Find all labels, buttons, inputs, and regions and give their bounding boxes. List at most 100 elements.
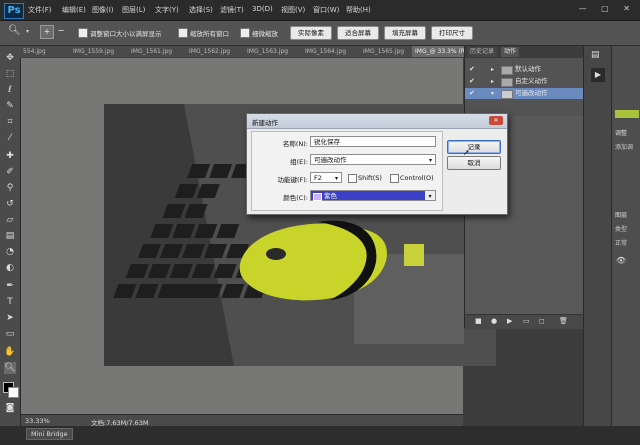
marquee-tool-icon[interactable]: ⬚: [4, 68, 16, 80]
mini-bridge-tab[interactable]: Mini Bridge: [26, 428, 73, 440]
actions-panel-icon[interactable]: ▶: [591, 68, 605, 82]
action-set-row-selected[interactable]: ✔ ▾ 可遍改动作: [465, 88, 583, 99]
eraser-tool-icon[interactable]: ▱: [4, 214, 16, 226]
background-color-swatch[interactable]: [8, 387, 19, 398]
pen-tool-icon[interactable]: ✒: [4, 280, 16, 292]
tab-img-1561[interactable]: IMG_1561.jpg: [128, 46, 188, 57]
trash-icon[interactable]: 🗑︎: [559, 317, 568, 325]
tab-img-1563[interactable]: IMG_1563.jpg: [244, 46, 304, 57]
color-select[interactable]: 紫色 ▾: [310, 190, 436, 201]
zoom-tool-icon[interactable]: 🔍︎: [4, 362, 16, 374]
gradient-tool-icon[interactable]: ▤: [4, 230, 16, 242]
tab-img-1559[interactable]: IMG_1559.jpg: [70, 46, 130, 57]
type-tool-icon[interactable]: T: [4, 296, 16, 308]
tab-active-document[interactable]: IMG_@ 33.3% (RGB/8): [412, 46, 466, 57]
shift-checkbox[interactable]: [348, 174, 357, 183]
name-input[interactable]: 锐化保存: [310, 136, 436, 147]
adjustments-tab[interactable]: 调整: [615, 128, 627, 137]
chevron-down-icon: ▾: [425, 191, 435, 200]
blend-mode[interactable]: 正常: [615, 238, 627, 247]
chevron-down-icon[interactable]: ▾: [26, 28, 29, 35]
menu-edit[interactable]: 编辑(E): [62, 5, 86, 15]
chevron-right-icon[interactable]: ▸: [491, 76, 494, 87]
check-icon[interactable]: ✔: [469, 76, 475, 87]
crop-tool-icon[interactable]: ⌗: [4, 116, 16, 128]
check-icon[interactable]: ✔: [469, 88, 475, 99]
record-icon[interactable]: ●: [491, 317, 497, 325]
stop-icon[interactable]: ■: [475, 317, 482, 325]
tab-554[interactable]: 554.jpg: [20, 46, 72, 57]
window-controls[interactable]: — ▢ ✕: [579, 4, 636, 13]
function-key-select[interactable]: F2 ▾: [310, 172, 342, 183]
menu-select[interactable]: 选择(S): [189, 5, 213, 15]
print-size-button[interactable]: 打印尺寸: [431, 26, 473, 40]
actual-pixels-button[interactable]: 实际像素: [290, 26, 332, 40]
close-icon[interactable]: ✕: [489, 116, 503, 125]
menu-layer[interactable]: 图层(L): [122, 5, 145, 15]
fit-screen-button[interactable]: 适合屏幕: [337, 26, 379, 40]
zoom-all-checkbox[interactable]: [178, 28, 188, 38]
history-panel-icon[interactable]: ▤: [591, 50, 600, 60]
set-label: 组(E):: [290, 158, 308, 166]
tools-panel: ✥ ⬚ ℓ ✎ ⌗ ⁄ ✚ ✐ ⚲ ↺ ▱ ▤ ◔ ◐ ✒ T ➤ ▭ ✋ 🔍︎…: [0, 46, 21, 426]
menu-filter[interactable]: 滤镜(T): [220, 5, 244, 15]
cancel-button[interactable]: 取消: [447, 156, 501, 170]
move-tool-icon[interactable]: ✥: [4, 52, 16, 64]
menu-bar: Ps 文件(F) 编辑(E) 图像(I) 图层(L) 文字(Y) 选择(S) 滤…: [0, 0, 640, 21]
zoom-in-icon[interactable]: +: [40, 25, 54, 39]
menu-window[interactable]: 窗口(W): [313, 5, 339, 15]
tab-img-1565[interactable]: IMG_1565.jpg: [360, 46, 414, 57]
action-set-row[interactable]: ✔ ▸ 自定义动作: [465, 76, 583, 87]
healing-brush-icon[interactable]: ✚: [4, 150, 16, 162]
tab-img-1564[interactable]: IMG_1564.jpg: [302, 46, 362, 57]
new-action-dialog: 新建动作 ✕ 名称(N): 锐化保存 组(E): 可遍改动作 ▾ 功能键(F):…: [246, 113, 508, 215]
blur-tool-icon[interactable]: ◔: [4, 246, 16, 258]
history-brush-icon[interactable]: ↺: [4, 198, 16, 210]
menu-file[interactable]: 文件(F): [28, 5, 52, 15]
menu-3d[interactable]: 3D(D): [252, 5, 273, 13]
record-button[interactable]: 记录: [447, 140, 501, 154]
zoom-tool-icon[interactable]: 🔍︎: [8, 25, 21, 36]
set-select[interactable]: 可遍改动作 ▾: [310, 154, 436, 165]
chevron-down-icon: ▾: [334, 175, 338, 182]
zoom-out-icon[interactable]: −: [55, 25, 67, 37]
clone-stamp-icon[interactable]: ⚲: [4, 182, 16, 194]
check-icon[interactable]: ✔: [469, 64, 475, 75]
mouse-cursor-icon: ➚: [463, 148, 470, 157]
play-icon[interactable]: ▶: [507, 317, 512, 325]
tab-history[interactable]: 历史记录: [467, 47, 498, 57]
path-select-icon[interactable]: ➤: [4, 312, 16, 324]
new-action-icon[interactable]: ◻: [539, 317, 545, 325]
menu-type[interactable]: 文字(Y): [155, 5, 179, 15]
chevron-down-icon[interactable]: ▾: [491, 88, 494, 99]
zoom-level[interactable]: 33.33%: [25, 417, 50, 425]
dialog-title-bar[interactable]: 新建动作 ✕: [247, 114, 507, 129]
hand-tool-icon[interactable]: ✋: [4, 346, 16, 358]
menu-help[interactable]: 帮助(H): [346, 5, 371, 15]
layers-tab[interactable]: 图层: [615, 210, 627, 219]
tab-img-1562[interactable]: IMG_1562.jpg: [186, 46, 246, 57]
menu-image[interactable]: 图像(I): [92, 5, 114, 15]
shape-tool-icon[interactable]: ▭: [4, 328, 16, 340]
tab-actions[interactable]: 动作: [501, 47, 520, 57]
chevron-down-icon: ▾: [428, 157, 432, 164]
eyedropper-tool-icon[interactable]: ⁄: [4, 132, 16, 144]
layer-filter-kind[interactable]: 类型: [615, 224, 627, 233]
new-set-icon[interactable]: ▭: [523, 317, 530, 325]
control-checkbox[interactable]: [390, 174, 399, 183]
fit-window-checkbox[interactable]: [78, 28, 88, 38]
quick-mask-icon[interactable]: ◙: [4, 402, 16, 414]
eye-icon[interactable]: 👁︎: [616, 256, 626, 265]
lasso-tool-icon[interactable]: ℓ: [4, 84, 16, 96]
fill-screen-button[interactable]: 填充屏幕: [384, 26, 426, 40]
document-tabs: 554.jpg IMG_1559.jpg IMG_1561.jpg IMG_15…: [20, 46, 466, 58]
menu-view[interactable]: 视图(V): [281, 5, 305, 15]
dodge-tool-icon[interactable]: ◐: [4, 262, 16, 274]
quick-select-tool-icon[interactable]: ✎: [4, 100, 16, 112]
chevron-right-icon[interactable]: ▸: [491, 64, 494, 75]
scrubby-zoom-checkbox[interactable]: [240, 28, 250, 38]
brush-tool-icon[interactable]: ✐: [4, 166, 16, 178]
action-set-row[interactable]: ✔ ▸ 默认动作: [465, 64, 583, 75]
adjustment-swatch[interactable]: [615, 110, 639, 118]
actions-footer: ■ ● ▶ ▭ ◻ 🗑︎: [465, 314, 583, 329]
